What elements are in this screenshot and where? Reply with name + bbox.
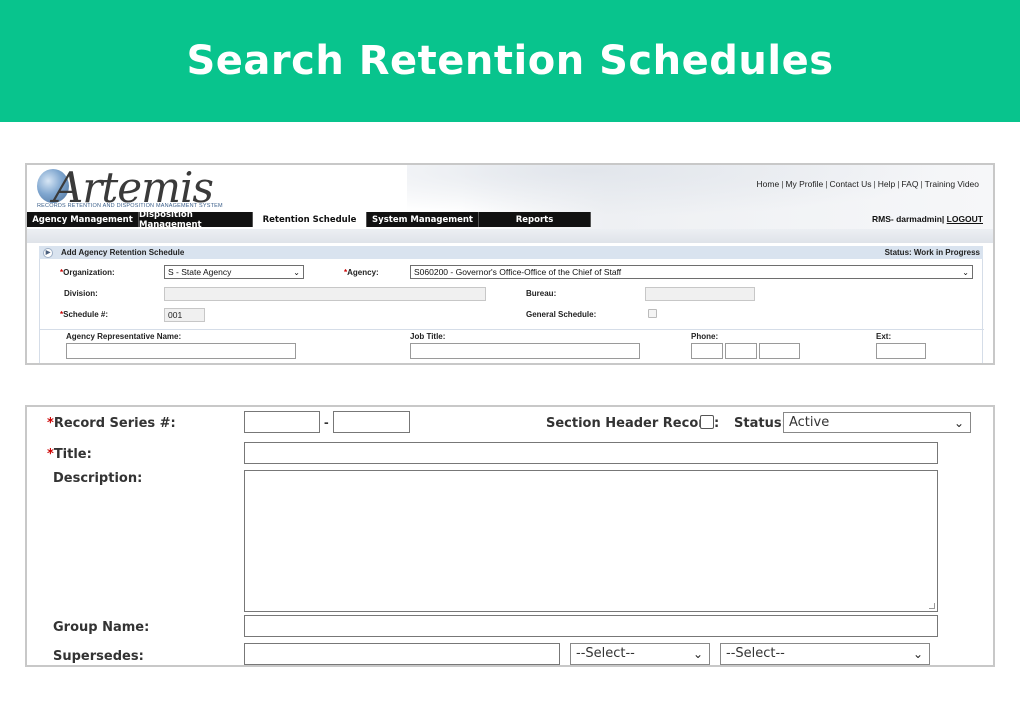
username: RMS- darmadmin| — [871, 214, 945, 224]
chevron-down-icon: ⌄ — [692, 647, 703, 661]
chevron-down-icon: ⌄ — [912, 647, 923, 661]
description-textarea[interactable] — [244, 470, 938, 612]
bureau-label: Bureau: — [526, 289, 557, 298]
record-series-field-2[interactable] — [333, 411, 410, 433]
agency-label: *Agency: — [344, 268, 379, 277]
tab-system-management[interactable]: System Management — [367, 212, 479, 227]
schedule-label: *Schedule #: — [60, 310, 109, 319]
section-title: Add Agency Retention Schedule — [61, 248, 185, 257]
link-contact-us[interactable]: Contact Us — [829, 179, 871, 189]
header-divider — [27, 229, 993, 243]
phone-prefix-field[interactable] — [725, 343, 757, 359]
tab-disposition-management[interactable]: Disposition Management — [139, 210, 253, 230]
tab-reports[interactable]: Reports — [479, 212, 591, 227]
organization-label: *Organization: — [60, 268, 115, 277]
record-series-dash: - — [324, 414, 329, 430]
main-nav: Agency Management Disposition Management… — [27, 210, 591, 230]
schedule-number-field[interactable]: 001 — [164, 308, 205, 322]
title-field[interactable] — [244, 442, 938, 464]
phone-label: Phone: — [691, 332, 719, 341]
artemis-form-panel: Artemis RECORDS RETENTION AND DISPOSITIO… — [25, 163, 995, 365]
link-help[interactable]: Help — [878, 179, 895, 189]
chevron-down-icon: ⌄ — [962, 268, 969, 277]
user-info: RMS- darmadmin| LOGOUT — [872, 214, 983, 224]
record-series-panel: *Record Series #: - Section Header Recor… — [25, 405, 995, 667]
record-series-label: *Record Series #: — [47, 416, 176, 431]
general-schedule-checkbox[interactable] — [648, 309, 657, 318]
supersedes-select-2[interactable]: --Select-- ⌄ — [720, 643, 930, 665]
status-select[interactable]: Active ⌄ — [783, 412, 971, 433]
chevron-down-icon: ⌄ — [953, 416, 964, 430]
phone-area-field[interactable] — [691, 343, 723, 359]
app-header: Artemis RECORDS RETENTION AND DISPOSITIO… — [27, 165, 993, 230]
app-logo-tagline: RECORDS RETENTION AND DISPOSITION MANAGE… — [37, 203, 223, 209]
ext-label: Ext: — [876, 332, 892, 341]
chevron-down-icon: ⌄ — [293, 268, 300, 277]
group-name-label: Group Name: — [53, 620, 150, 635]
record-series-field-1[interactable] — [244, 411, 320, 433]
link-home[interactable]: Home — [757, 179, 780, 189]
tab-agency-management[interactable]: Agency Management — [27, 212, 139, 227]
phone-line-field[interactable] — [759, 343, 800, 359]
job-title-label: Job Title: — [410, 332, 446, 341]
agency-select[interactable]: S060200 - Governor's Office-Office of th… — [410, 265, 973, 279]
link-my-profile[interactable]: My Profile — [785, 179, 823, 189]
section-header[interactable]: ▶ Add Agency Retention Schedule Status: … — [39, 246, 983, 259]
rep-name-label: Agency Representative Name: — [66, 332, 182, 341]
division-field[interactable] — [164, 287, 486, 301]
section-header-record-checkbox[interactable] — [700, 415, 714, 429]
section-status: Status: Work in Progress — [884, 248, 980, 257]
job-title-field[interactable] — [410, 343, 640, 359]
division-label: Division: — [64, 289, 98, 298]
group-name-field[interactable] — [244, 615, 938, 637]
link-faq[interactable]: FAQ — [901, 179, 918, 189]
resize-handle-icon[interactable] — [929, 603, 935, 609]
top-links: Home | My Profile | Contact Us | Help | FAQ | Trai… — [756, 179, 979, 189]
tab-retention-schedule[interactable]: Retention Schedule — [253, 212, 367, 227]
phone-ext-field[interactable] — [876, 343, 926, 359]
title-label: *Title: — [47, 447, 92, 462]
schedule-form: *Organization: S - State Agency ⌄ *Agenc… — [39, 259, 984, 363]
general-schedule-label: General Schedule: — [526, 310, 597, 319]
supersedes-select-1[interactable]: --Select-- ⌄ — [570, 643, 710, 665]
status-label: Status: — [734, 416, 787, 431]
rep-name-field[interactable] — [66, 343, 296, 359]
triangle-right-icon[interactable]: ▶ — [43, 247, 53, 258]
supersedes-label: Supersedes: — [53, 649, 144, 664]
banner-title: Search Retention Schedules — [186, 38, 834, 84]
section-header-record-label: Section Header Record: — [546, 416, 720, 431]
logout-link[interactable]: LOGOUT — [947, 214, 983, 224]
bureau-field[interactable] — [645, 287, 755, 301]
page-banner: Search Retention Schedules — [0, 0, 1020, 122]
organization-select[interactable]: S - State Agency ⌄ — [164, 265, 304, 279]
description-label: Description: — [53, 471, 143, 486]
link-training-video[interactable]: Training Video — [925, 179, 979, 189]
supersedes-field[interactable] — [244, 643, 560, 665]
